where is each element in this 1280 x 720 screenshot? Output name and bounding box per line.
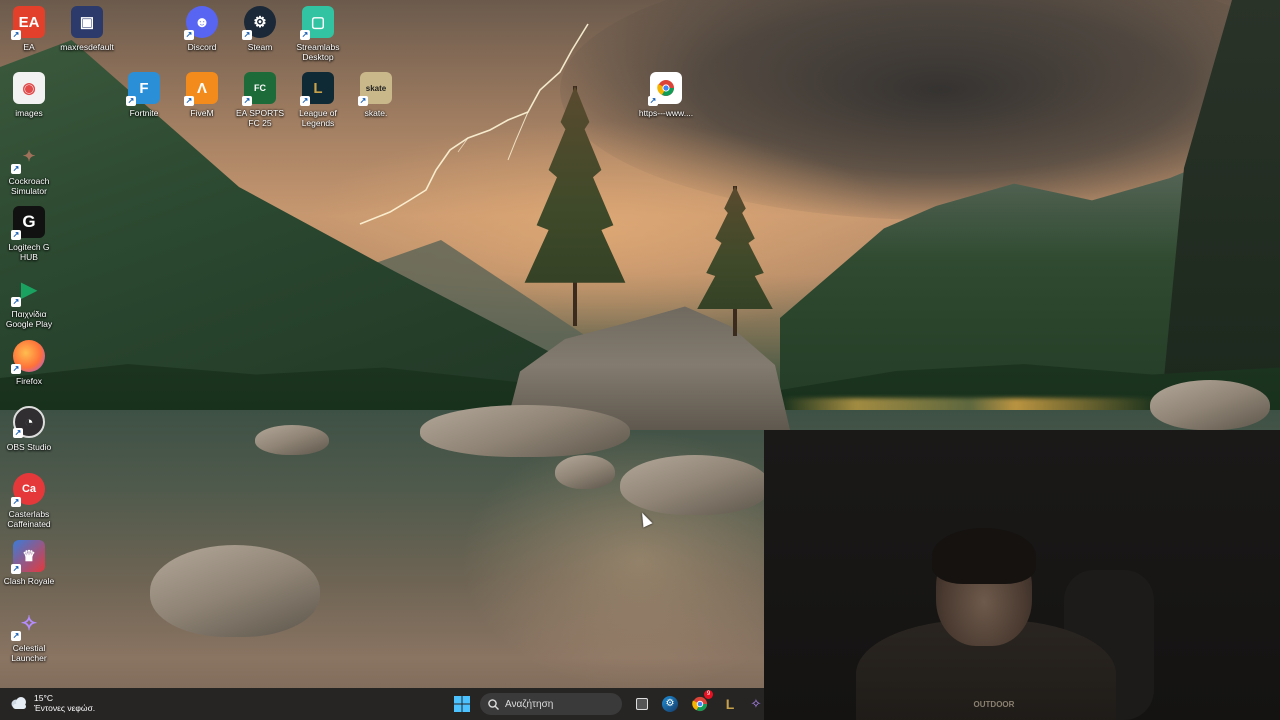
taskbar-steam[interactable]: ⚙ — [660, 694, 680, 714]
desktop-icon-fortnite[interactable]: F ↗ Fortnite — [115, 72, 173, 118]
desktop-icon-label: Steam — [247, 42, 273, 52]
desktop-icon-label: Discord — [187, 42, 217, 52]
taskbar-chrome[interactable]: 9 — [690, 690, 713, 714]
foreground-rock — [150, 545, 320, 637]
shirt-text: OUTDOOR — [973, 700, 1015, 709]
desktop-icon-label: skate. — [364, 108, 388, 118]
desktop-icon-label: Logitech G HUB — [8, 242, 50, 262]
obs-studio-icon: ◔ ↗ — [13, 406, 45, 438]
task-view-button[interactable] — [632, 694, 652, 714]
tall-pine-tree — [515, 86, 635, 326]
desktop-icon-league-of-legends[interactable]: L ↗ League of Legends — [289, 72, 347, 128]
desktop-icon-chrome-shortcut[interactable]: ↗ https---www.... — [637, 72, 695, 118]
cockroach-simulator-icon: ✦ ↗ — [11, 148, 36, 174]
right-rock — [620, 455, 770, 515]
desktop-icon-ea-sports-fc[interactable]: FC ↗ EA SPORTS FC 25 — [231, 72, 289, 128]
fortnite-icon: F ↗ — [126, 72, 160, 106]
desktop-icon-label: Cockroach Simulator — [8, 176, 50, 196]
shore-rock — [420, 405, 630, 457]
desktop-icon-casterlabs[interactable]: Ca ↗ Casterlabs Caffeinated — [0, 473, 58, 529]
desktop-icon-streamlabs[interactable]: ▢ ↗ Streamlabs Desktop — [289, 6, 347, 62]
windows-logo-icon — [454, 696, 470, 712]
steam-icon: ⚙ — [662, 696, 678, 712]
desktop-icon-cockroach-simulator[interactable]: ✦ ↗ Cockroach Simulator — [0, 140, 58, 196]
streamlabs-icon: ▢ ↗ — [300, 6, 334, 40]
discord-icon: ☻ ↗ — [184, 6, 218, 40]
desktop-icon-label: EA — [23, 42, 35, 52]
desktop-icon-label: EA SPORTS FC 25 — [235, 108, 285, 128]
desktop-icon-label: FiveM — [190, 108, 214, 118]
desktop-icon-label: images — [15, 108, 43, 118]
desktop-icon-label: Celestial Launcher — [11, 643, 47, 663]
skate-icon: skate ↗ — [358, 72, 392, 106]
taskbar: 15°C Έντονες νεφώσ. ⚙ 9 L ✧ — [0, 688, 764, 720]
search-icon — [488, 698, 499, 710]
taskbar-league-of-legends[interactable]: L — [720, 694, 740, 714]
desktop-icon-discord[interactable]: ☻ ↗ Discord — [173, 6, 231, 52]
ea-icon: EA ↗ — [11, 6, 45, 40]
search-input[interactable] — [505, 698, 615, 710]
desktop-icon-fivem[interactable]: Λ ↗ FiveM — [173, 72, 231, 118]
notification-badge: 9 — [704, 690, 713, 699]
image-file-icon: ▣ — [71, 6, 103, 38]
clash-royale-icon: ♛ ↗ — [11, 540, 45, 574]
desktop-icon-obs-studio[interactable]: ◔ ↗ OBS Studio — [0, 406, 58, 452]
desktop-icon-label: League of Legends — [299, 108, 337, 128]
taskbar-celestial-launcher[interactable]: ✧ — [748, 694, 764, 714]
desktop-icon-label: Firefox — [16, 376, 42, 386]
cloud-icon — [10, 696, 28, 710]
desktop-icon-label: OBS Studio — [6, 442, 52, 452]
desktop-icon-label: Παιχνίδια Google Play — [5, 309, 53, 329]
webcam-overlay: OUTDOOR — [764, 430, 1280, 720]
desktop-icon-logitech-g-hub[interactable]: G ↗ Logitech G HUB — [0, 206, 58, 262]
league-of-legends-icon: L — [725, 696, 735, 712]
logitech-g-hub-icon: G ↗ — [11, 206, 45, 240]
desktop-icon-label: Streamlabs Desktop — [296, 42, 340, 62]
desktop-icon-label: Clash Royale — [3, 576, 55, 586]
desktop-icon-maxresdefault[interactable]: ▣ maxresdefault — [58, 6, 116, 52]
task-view-icon — [636, 698, 648, 710]
weather-condition: Έντονες νεφώσ. — [34, 703, 96, 713]
image-file-icon: ◉ — [13, 72, 45, 104]
desktop-icon-firefox[interactable]: ↗ Firefox — [0, 340, 58, 386]
far-right-rock — [1150, 380, 1270, 430]
chrome-shortcut-icon: ↗ — [648, 72, 682, 106]
casterlabs-icon: Ca ↗ — [11, 473, 45, 507]
weather-widget[interactable]: 15°C Έντονες νεφώσ. — [10, 693, 95, 713]
steam-icon: ⚙ ↗ — [242, 6, 276, 40]
desktop-icon-label: Casterlabs Caffeinated — [7, 509, 51, 529]
desktop-icon-label: Fortnite — [129, 108, 159, 118]
desktop-icon-images[interactable]: ◉ images — [0, 72, 58, 118]
celestial-launcher-icon: ✧ ↗ — [11, 612, 38, 641]
start-button[interactable] — [452, 694, 472, 714]
small-rock — [255, 425, 329, 455]
desktop-icon-label: maxresdefault — [60, 42, 114, 52]
streamer-hair — [932, 528, 1036, 584]
small-pine-tree — [690, 186, 780, 336]
desktop-icon-google-play-games[interactable]: ▶ ↗ Παιχνίδια Google Play — [0, 273, 58, 330]
desktop-icon-celestial-launcher[interactable]: ✧ ↗ Celestial Launcher — [0, 607, 58, 663]
google-play-games-icon: ▶ ↗ — [11, 278, 37, 307]
desktop-icon-label: https---www.... — [638, 108, 694, 118]
desktop-icon-skate[interactable]: skate ↗ skate. — [347, 72, 405, 118]
fivem-icon: Λ ↗ — [184, 72, 218, 106]
taskbar-search[interactable] — [480, 693, 622, 715]
celestial-launcher-icon: ✧ — [750, 696, 762, 711]
ea-sports-fc-icon: FC ↗ — [242, 72, 276, 106]
desktop-icon-clash-royale[interactable]: ♛ ↗ Clash Royale — [0, 540, 58, 586]
weather-temperature: 15°C — [34, 693, 53, 703]
firefox-icon: ↗ — [11, 340, 45, 374]
middle-rock — [555, 455, 615, 489]
desktop-icon-steam[interactable]: ⚙ ↗ Steam — [231, 6, 289, 52]
desktop-icon-ea[interactable]: EA ↗ EA — [0, 6, 58, 52]
league-of-legends-icon: L ↗ — [300, 72, 334, 106]
